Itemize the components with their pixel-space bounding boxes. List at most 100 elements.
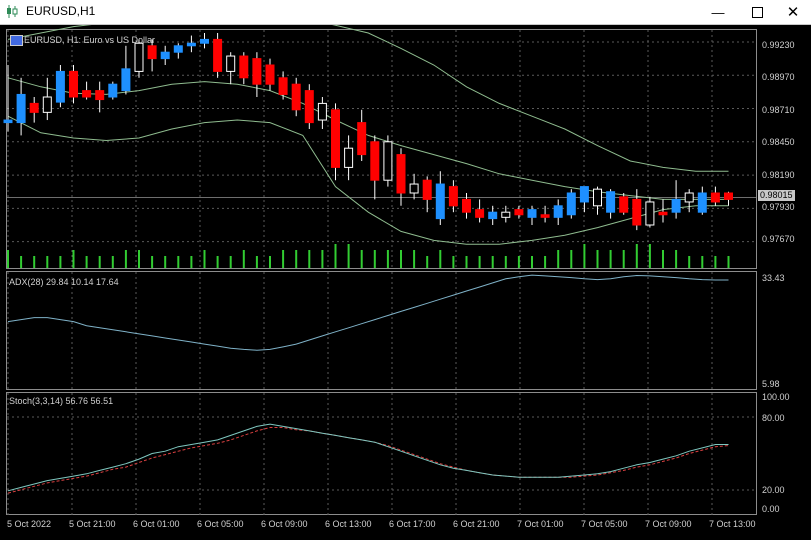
stoch-main-line (7, 423, 729, 492)
candle-body (291, 83, 301, 111)
time-tick: 6 Oct 21:00 (453, 519, 500, 529)
candle-body (239, 55, 249, 79)
candle-body (409, 183, 419, 194)
candle-body (697, 192, 707, 213)
price-tick: 0.97670 (762, 234, 795, 244)
candle-body (645, 201, 655, 226)
candle-body (252, 58, 262, 85)
candle-body (435, 183, 445, 220)
time-tick: 5 Oct 2022 (7, 519, 52, 529)
candle-body (684, 192, 694, 203)
time-tick: 6 Oct 13:00 (325, 519, 372, 529)
candle-body (278, 77, 288, 95)
candle-body (488, 211, 498, 220)
title-bar: EURUSD,H1 — ✕ (0, 0, 811, 25)
candle-body (95, 90, 105, 101)
candle-body (579, 186, 589, 203)
candle-body (173, 45, 183, 53)
candle-body (200, 38, 209, 44)
candle-body (29, 102, 39, 113)
window-title: EURUSD,H1 (26, 4, 96, 18)
candle-body (383, 141, 393, 181)
minimize-button[interactable]: — (698, 0, 738, 24)
price-tick: 0.98190 (762, 170, 795, 180)
candle-body (553, 205, 563, 218)
candle-body (55, 70, 65, 103)
maximize-button[interactable] (737, 0, 777, 24)
time-tick: 5 Oct 21:00 (69, 519, 116, 529)
candle-body (304, 90, 314, 124)
candle-body (226, 55, 236, 72)
candle-body (724, 192, 733, 200)
candle-body (265, 64, 275, 85)
candle-body (514, 209, 524, 216)
price-tick: 0.98450 (762, 137, 795, 147)
stoch-pane-label: Stoch(3,3,14) 56.76 56.51 (9, 396, 114, 406)
bollinger-upper-line (7, 25, 729, 172)
price-tick: 0.98710 (762, 105, 795, 115)
candle-body (501, 211, 511, 218)
candle-body (619, 196, 629, 213)
time-tick: 6 Oct 17:00 (389, 519, 436, 529)
time-tick: 7 Oct 13:00 (709, 519, 756, 529)
adx-pane-label: ADX(28) 29.84 10.14 17.64 (9, 277, 119, 287)
price-tick: 0.98970 (762, 72, 795, 82)
candle-body (357, 122, 367, 156)
candle-body (527, 209, 537, 218)
candle-body (134, 42, 144, 72)
candle-body (42, 96, 52, 113)
close-button[interactable]: ✕ (773, 0, 811, 24)
maximize-icon (751, 6, 763, 18)
candle-body (317, 102, 327, 121)
time-tick: 7 Oct 05:00 (581, 519, 628, 529)
candle-body (186, 42, 196, 47)
current-price-label: 0.98015 (758, 190, 795, 201)
candle-body (593, 188, 602, 207)
stoch-signal-line (7, 427, 729, 494)
candle-body (370, 141, 380, 181)
candle-body (213, 38, 223, 72)
candle-body (69, 70, 78, 98)
close-icon: ✕ (786, 4, 800, 21)
candle-body (632, 198, 642, 226)
chart-symbol-icon (10, 35, 23, 46)
time-tick: 7 Oct 01:00 (517, 519, 564, 529)
candle-body (475, 209, 485, 218)
minimize-icon: — (711, 4, 725, 20)
stoch-tick: 100.00 (762, 392, 790, 402)
time-tick: 6 Oct 05:00 (197, 519, 244, 529)
adx-tick: 33.43 (762, 273, 785, 283)
candle-body (147, 45, 157, 60)
candle-body (121, 68, 131, 92)
candle-body (82, 90, 92, 98)
candle-body (396, 154, 406, 194)
candle-body (16, 93, 26, 124)
price-tick: 0.97930 (762, 202, 795, 212)
stoch-tick: 80.00 (762, 413, 785, 423)
time-tick: 6 Oct 09:00 (261, 519, 308, 529)
adx-tick: 5.98 (762, 379, 780, 389)
stoch-tick: 20.00 (762, 485, 785, 495)
price-pane-label: EURUSD, H1: Euro vs US Dollar (24, 35, 156, 45)
chart-area[interactable]: EURUSD, H1: Euro vs US Dollar ADX(28) 29… (0, 25, 811, 540)
candle-body (160, 51, 170, 60)
candle-body (3, 119, 13, 124)
price-tick: 0.99230 (762, 40, 795, 50)
candle-body (331, 109, 340, 168)
candle-body (540, 214, 550, 218)
candle-body (658, 211, 668, 216)
candle-body (606, 191, 616, 213)
candle-body (108, 83, 118, 98)
time-tick: 7 Oct 09:00 (645, 519, 692, 529)
candle-body (422, 179, 432, 200)
time-tick: 6 Oct 01:00 (133, 519, 180, 529)
chart-app-icon (7, 5, 18, 18)
candle-body (566, 192, 576, 216)
candle-body (462, 198, 471, 213)
chart-canvas (3, 25, 756, 515)
candle-body (671, 198, 681, 213)
candle-body (710, 192, 720, 203)
candle-body (344, 147, 354, 168)
stoch-tick: 0.00 (762, 504, 780, 514)
candle-body (448, 186, 458, 207)
